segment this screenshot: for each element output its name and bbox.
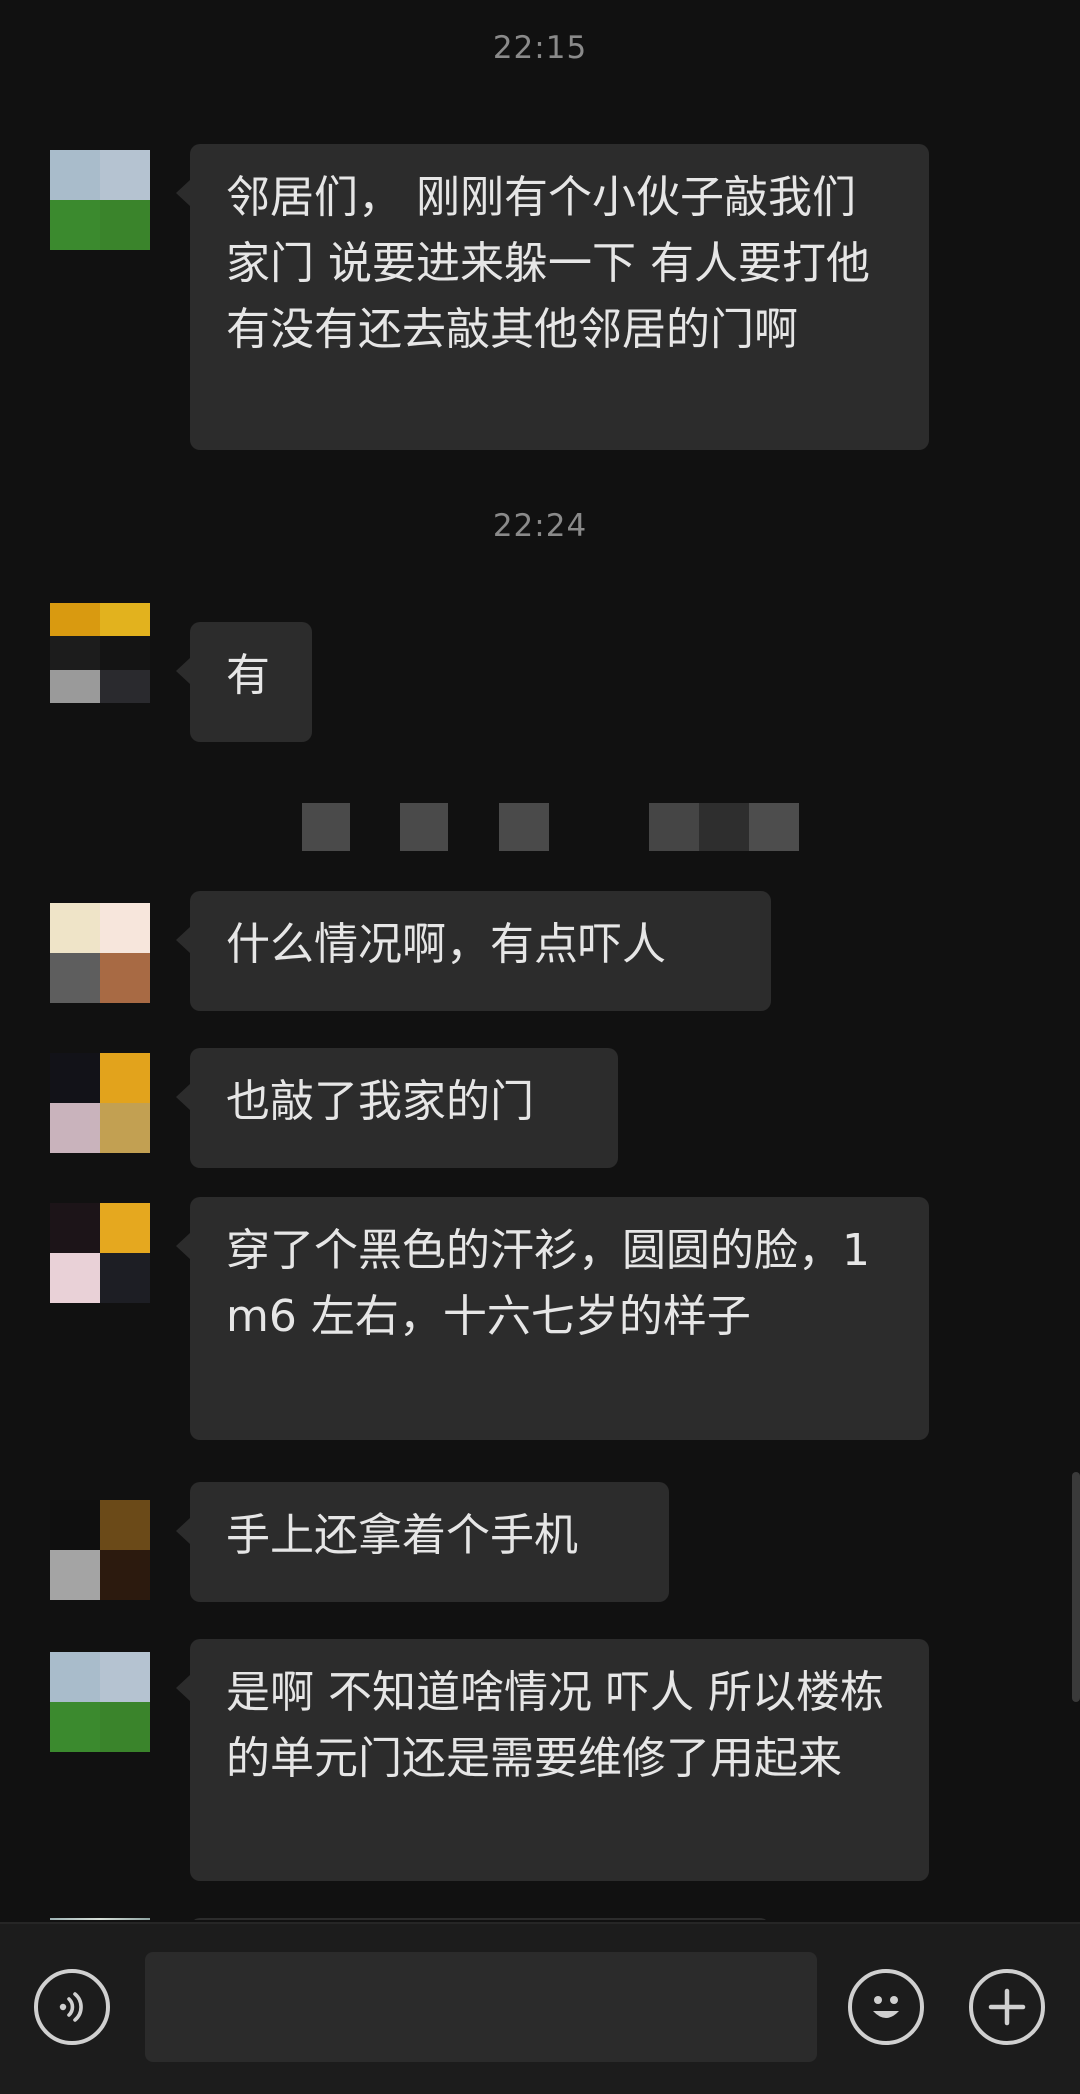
timestamp: 22:15	[492, 30, 588, 66]
message-bubble[interactable]: 穿了个黑色的汗衫，圆圆的脸，1m6 左右，十六七岁的样子	[176, 1197, 929, 1440]
message-bubble[interactable]: 有	[176, 622, 312, 742]
emoji-button[interactable]	[848, 1969, 924, 2045]
message-bubble[interactable]: 是啊 不知道啥情况 吓人 所以楼栋的单元门还是需要维修了用起来	[176, 1639, 929, 1881]
message-input[interactable]	[145, 1952, 817, 2062]
voice-button[interactable]	[34, 1969, 110, 2045]
avatar[interactable]	[50, 1918, 150, 1920]
message-bubble[interactable]: 手上还拿着个手机	[176, 1482, 669, 1602]
more-button[interactable]	[969, 1969, 1045, 2045]
plus-icon	[988, 1988, 1026, 2026]
message-bubble[interactable]	[190, 1918, 770, 1920]
timestamp: 22:24	[492, 508, 588, 544]
message-bubble[interactable]: 邻居们， 刚刚有个小伙子敲我们家门 说要进来躲一下 有人要打他 有没有还去敲其他…	[176, 144, 929, 450]
input-bar	[0, 1922, 1080, 2094]
message-bubble[interactable]: 也敲了我家的门	[176, 1048, 618, 1168]
avatar[interactable]	[50, 1500, 150, 1600]
emoji-icon	[873, 1996, 899, 2018]
avatar[interactable]	[50, 903, 150, 1003]
message-bubble[interactable]: 什么情况啊，有点吓人	[176, 891, 771, 1011]
chat-area[interactable]: 22:15 邻居们， 刚刚有个小伙子敲我们家门 说要进来躲一下 有人要打他 有没…	[0, 0, 1080, 1920]
scrollbar[interactable]	[1072, 1472, 1080, 1702]
avatar[interactable]	[50, 1053, 150, 1153]
avatar[interactable]	[50, 150, 150, 250]
avatar[interactable]	[50, 603, 150, 703]
voice-icon	[59, 1992, 83, 2022]
avatar[interactable]	[50, 1652, 150, 1752]
avatar[interactable]	[50, 1203, 150, 1303]
